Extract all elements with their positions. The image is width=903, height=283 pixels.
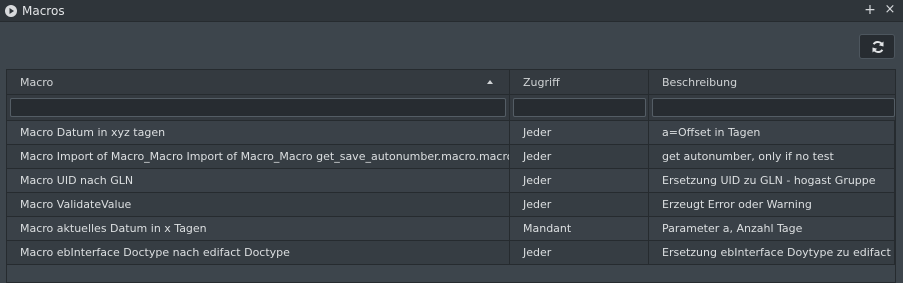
cell-zugriff: Jeder: [510, 169, 649, 193]
filter-row: [7, 95, 895, 121]
cell-zugriff: Jeder: [510, 145, 649, 169]
close-window-button[interactable]: ×: [882, 2, 898, 18]
cell-zugriff: Jeder: [510, 121, 649, 145]
cell-macro: Macro UID nach GLN: [7, 169, 510, 193]
filter-input-beschreibung[interactable]: [652, 98, 895, 117]
filter-cell-beschreibung: [649, 95, 895, 121]
cell-beschreibung: a=Offset in Tagen: [649, 121, 895, 145]
play-icon: [5, 5, 17, 17]
table-row[interactable]: Macro Datum in xyz tagen Jeder a=Offset …: [7, 121, 895, 145]
refresh-icon: [872, 41, 884, 53]
filter-input-zugriff[interactable]: [513, 98, 646, 117]
cell-macro: Macro ebInterface Doctype nach edifact D…: [7, 241, 510, 265]
cell-macro: Macro Datum in xyz tagen: [7, 121, 510, 145]
sort-ascending-icon: [487, 80, 493, 84]
cell-macro: Macro Import of Macro_Macro Import of Ma…: [7, 145, 510, 169]
table-row[interactable]: Macro aktuelles Datum in x Tagen Mandant…: [7, 217, 895, 241]
filter-cell-macro: [7, 95, 510, 121]
column-header-zugriff[interactable]: Zugriff: [510, 70, 649, 95]
cell-macro: Macro ValidateValue: [7, 193, 510, 217]
cell-zugriff: Jeder: [510, 241, 649, 265]
macros-grid: Macro Zugriff Beschreibung Macro Datum i…: [6, 69, 896, 283]
cell-beschreibung: get autonumber, only if no test: [649, 145, 895, 169]
cell-zugriff: Mandant: [510, 217, 649, 241]
table-row[interactable]: Macro UID nach GLN Jeder Ersetzung UID z…: [7, 169, 895, 193]
cell-beschreibung: Erzeugt Error oder Warning: [649, 193, 895, 217]
column-header-beschreibung[interactable]: Beschreibung: [649, 70, 895, 95]
add-window-button[interactable]: +: [862, 2, 878, 18]
table-row[interactable]: Macro ebInterface Doctype nach edifact D…: [7, 241, 895, 265]
cell-macro: Macro aktuelles Datum in x Tagen: [7, 217, 510, 241]
cell-beschreibung: Ersetzung ebInterface Doytype zu edifact: [649, 241, 895, 265]
cell-beschreibung: Ersetzung UID zu GLN - hogast Gruppe: [649, 169, 895, 193]
table-row[interactable]: Macro Import of Macro_Macro Import of Ma…: [7, 145, 895, 169]
window-title: Macros: [22, 4, 65, 18]
filter-input-macro[interactable]: [10, 98, 506, 117]
cell-beschreibung: Parameter a, Anzahl Tage: [649, 217, 895, 241]
window-titlebar: Macros + ×: [0, 0, 903, 22]
filter-cell-zugriff: [510, 95, 649, 121]
refresh-button[interactable]: [859, 34, 895, 59]
column-header-macro[interactable]: Macro: [7, 70, 510, 95]
cell-zugriff: Jeder: [510, 193, 649, 217]
grid-header: Macro Zugriff Beschreibung: [7, 70, 895, 95]
table-row[interactable]: Macro ValidateValue Jeder Erzeugt Error …: [7, 193, 895, 217]
